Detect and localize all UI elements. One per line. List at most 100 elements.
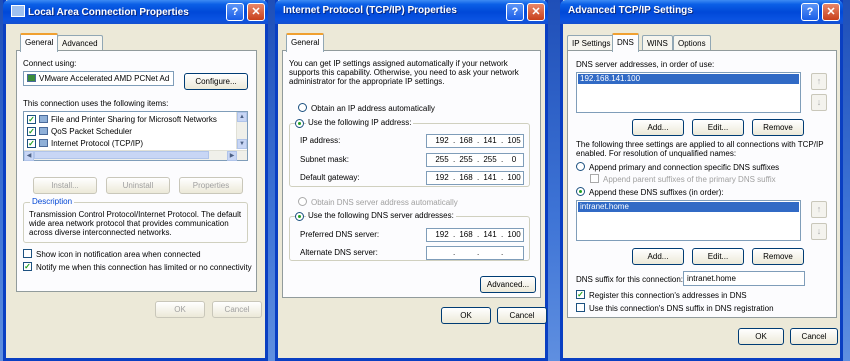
obtain-ip-radio[interactable] (298, 103, 307, 112)
register-label: Register this connection's addresses in … (589, 291, 747, 300)
ip-address-label: IP address: (300, 136, 341, 145)
preferred-dns-field[interactable]: 192. 168. 141. 100 (426, 228, 524, 242)
list-item[interactable]: intranet.home (578, 202, 799, 212)
use-ip-label: Use the following IP address: (306, 118, 414, 127)
tab-general[interactable]: General (286, 33, 325, 52)
obtain-dns-label: Obtain DNS server address automatically (311, 198, 458, 207)
list-item[interactable]: QoS Packet Scheduler (39, 127, 132, 136)
list-item[interactable]: Internet Protocol (TCP/IP) (39, 139, 143, 148)
dns-remove-button[interactable]: Remove (752, 119, 804, 136)
list-item[interactable]: File and Printer Sharing for Microsoft N… (39, 115, 217, 124)
tcpip-properties-dialog: Internet Protocol (TCP/IP) Properties ? … (275, 0, 548, 361)
install-button[interactable]: Install... (33, 177, 97, 194)
service-icon (39, 127, 48, 135)
tab-options[interactable]: Options (673, 35, 711, 51)
help-button[interactable]: ? (801, 3, 819, 21)
lan-title: Local Area Connection Properties (28, 7, 189, 18)
vertical-scrollbar[interactable]: ▲ ▼ (236, 112, 247, 149)
configure-button[interactable]: Configure... (184, 73, 248, 90)
ip-address-field[interactable]: 192. 168. 141. 105 (426, 134, 524, 148)
cancel-button[interactable]: Cancel (790, 328, 838, 345)
gateway-field[interactable]: 192. 168. 141. 100 (426, 171, 524, 185)
tab-general[interactable]: General (20, 33, 59, 52)
subnet-mask-field[interactable]: 255. 255. 255. 0 (426, 153, 524, 167)
gateway-label: Default gateway: (300, 173, 360, 182)
notify-label: Notify me when this connection has limit… (36, 263, 252, 272)
service-icon (39, 115, 48, 123)
item-checkbox-file-sharing[interactable]: ✓ (27, 115, 36, 124)
suffix-add-button[interactable]: Add... (632, 248, 684, 265)
uninstall-button[interactable]: Uninstall (106, 177, 170, 194)
adv-dns-panel: DNS server addresses, in order of use: 1… (567, 50, 837, 318)
tcpip-general-panel: You can get IP settings assigned automat… (282, 50, 541, 298)
suffix-edit-button[interactable]: Edit... (692, 248, 744, 265)
append-primary-radio[interactable] (576, 162, 585, 171)
ok-button[interactable]: OK (155, 301, 205, 318)
use-dns-radio[interactable] (295, 212, 304, 221)
tab-ip-settings[interactable]: IP Settings (567, 35, 616, 51)
scroll-right-icon[interactable]: ▶ (227, 151, 237, 161)
append-these-radio[interactable] (576, 187, 585, 196)
dns-servers-label: DNS server addresses, in order of use: (576, 60, 715, 69)
dns-add-button[interactable]: Add... (632, 119, 684, 136)
close-button[interactable]: ✕ (527, 3, 545, 21)
item-checkbox-tcpip[interactable]: ✓ (27, 139, 36, 148)
ok-button[interactable]: OK (441, 307, 491, 324)
move-up-icon[interactable]: ↑ (811, 73, 827, 90)
description-text: Transmission Control Protocol/Internet P… (29, 210, 242, 237)
dns-suffix-field[interactable]: intranet.home (683, 271, 805, 286)
protocol-icon (39, 139, 48, 147)
cancel-button[interactable]: Cancel (497, 307, 547, 324)
move-down-icon[interactable]: ↓ (811, 94, 827, 111)
properties-button[interactable]: Properties (179, 177, 243, 194)
scroll-up-icon[interactable]: ▲ (237, 112, 247, 122)
move-up-icon[interactable]: ↑ (811, 201, 827, 218)
description-title: Description (30, 197, 75, 206)
preferred-dns-label: Preferred DNS server: (300, 230, 380, 239)
intro-text: You can get IP settings assigned automat… (289, 59, 519, 86)
scroll-down-icon[interactable]: ▼ (237, 139, 247, 149)
append-parent-label: Append parent suffixes of the primary DN… (603, 175, 776, 184)
dns-edit-button[interactable]: Edit... (692, 119, 744, 136)
notify-checkbox[interactable]: ✓ (23, 262, 32, 271)
horizontal-scrollbar[interactable]: ◀ ▶ (24, 150, 247, 161)
close-button[interactable]: ✕ (822, 3, 840, 21)
item-checkbox-qos[interactable]: ✓ (27, 127, 36, 136)
use-suffix-checkbox[interactable] (576, 303, 585, 312)
cancel-button[interactable]: Cancel (212, 301, 262, 318)
tab-dns[interactable]: DNS (612, 33, 639, 52)
ok-button[interactable]: OK (738, 328, 784, 345)
scroll-thumb[interactable] (34, 151, 209, 159)
advanced-button[interactable]: Advanced... (480, 276, 536, 293)
tab-wins[interactable]: WINS (642, 35, 673, 51)
move-down-icon[interactable]: ↓ (811, 223, 827, 240)
suffix-remove-button[interactable]: Remove (752, 248, 804, 265)
dns-suffix-label: DNS suffix for this connection: (576, 275, 684, 284)
help-button[interactable]: ? (506, 3, 524, 21)
advanced-tcpip-dialog: Advanced TCP/IP Settings ? ✕ IP Settings… (560, 0, 843, 361)
dns-group: Use the following DNS server addresses: … (289, 211, 530, 261)
alternate-dns-field[interactable]: ... (426, 246, 524, 260)
append-parent-checkbox[interactable] (590, 174, 599, 183)
alternate-dns-label: Alternate DNS server: (300, 248, 378, 257)
close-button[interactable]: ✕ (247, 3, 265, 21)
help-button[interactable]: ? (226, 3, 244, 21)
register-checkbox[interactable]: ✓ (576, 290, 585, 299)
suffix-list[interactable]: intranet.home (576, 200, 801, 241)
items-label: This connection uses the following items… (23, 99, 169, 108)
adv-titlebar: Advanced TCP/IP Settings ? ✕ (560, 0, 843, 24)
items-list: ✓ File and Printer Sharing for Microsoft… (23, 111, 248, 161)
scroll-left-icon[interactable]: ◀ (24, 151, 34, 161)
tab-advanced[interactable]: Advanced (57, 35, 103, 51)
adapter-icon (27, 74, 36, 82)
list-item[interactable]: 192.168.141.100 (578, 74, 799, 84)
resolution-text: The following three settings are applied… (576, 140, 824, 158)
dns-servers-list[interactable]: 192.168.141.100 (576, 72, 801, 113)
show-icon-checkbox[interactable] (23, 249, 32, 258)
use-ip-radio[interactable] (295, 119, 304, 128)
obtain-dns-radio[interactable] (298, 197, 307, 206)
subnet-mask-label: Subnet mask: (300, 155, 349, 164)
ip-group: Use the following IP address: IP address… (289, 118, 530, 187)
obtain-ip-label: Obtain an IP address automatically (311, 104, 435, 113)
use-suffix-label: Use this connection's DNS suffix in DNS … (589, 304, 774, 313)
